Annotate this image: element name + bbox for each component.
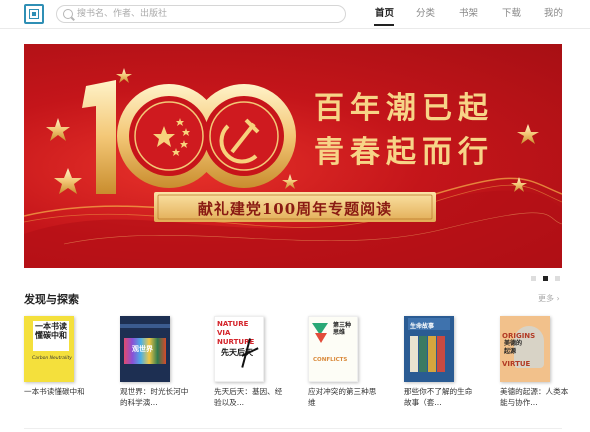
app-logo-icon[interactable] [24,4,44,24]
more-link[interactable]: 更多 › [538,293,560,304]
carousel-dot-1[interactable] [531,276,536,281]
book-title[interactable]: 美德的起源：人类本能与协作... [500,386,570,408]
book-title[interactable]: 一本书读懂碳中和 [24,386,94,397]
section-divider [24,428,562,429]
banner-caption-plaque: 献礼建党100周年专题阅读 [154,192,436,222]
book-cover[interactable]: 生命故事 [404,316,454,382]
book-cover[interactable]: 一本书读懂碳中和 Carbon Neutrality [24,316,74,382]
book-cover[interactable]: 第三种思维 CONFLICTS [308,316,358,382]
nav-category[interactable]: 分类 [416,0,435,28]
banner-slogan-line1: 百年潮已起 [314,91,494,126]
search-icon [63,9,73,19]
banner-slogan-line2: 青春起而行 [314,135,494,170]
search-box[interactable] [56,5,346,23]
cover-title: 一本书读懂碳中和 [35,322,67,340]
book-title[interactable]: 先天后天：基因、经验以及... [214,386,284,408]
star-icon [116,68,132,83]
nav-mine[interactable]: 我的 [544,0,563,28]
book-cover[interactable]: 观世界 [120,316,170,382]
cover-title: 美德的起源 [504,340,523,355]
banner-caption: 献礼建党100周年专题阅读 [198,200,392,218]
cover-subtitle: CONFLICTS [313,357,348,363]
star-icon [517,124,539,144]
header-divider [0,28,590,29]
cover-title: 生命故事 [410,323,435,330]
book-title[interactable]: 应对冲突的第三种思维 [308,386,378,408]
cover-title: 第三种思维 [333,322,352,336]
star-icon [54,168,82,194]
nav-bookshelf[interactable]: 书架 [459,0,478,28]
star-icon [282,174,298,189]
promo-banner[interactable]: 百年潮已起 青春起而行 献礼建党100周年专题阅读 [24,44,562,268]
chevron-right-icon: › [556,294,560,303]
book-title[interactable]: 那些你不了解的生命故事（套... [404,386,474,408]
nav-active-indicator [374,24,394,26]
star-icon [46,118,70,141]
section-title: 发现与探索 [24,293,79,306]
carousel-dot-2[interactable] [543,276,548,281]
carousel-dot-3[interactable] [555,276,560,281]
cover-title: 观世界 [132,345,153,353]
nav-download[interactable]: 下载 [502,0,521,28]
book-cover[interactable]: ORIGINS VIRTUE 美德的起源 [500,316,550,382]
book-cover[interactable]: NATURE VIA NURTURE 先天后天 [214,316,264,382]
book-title[interactable]: 观世界：时光长河中的科学演... [120,386,190,408]
search-input[interactable] [77,7,337,21]
cover-subtitle: Carbon Neutrality [32,356,72,361]
